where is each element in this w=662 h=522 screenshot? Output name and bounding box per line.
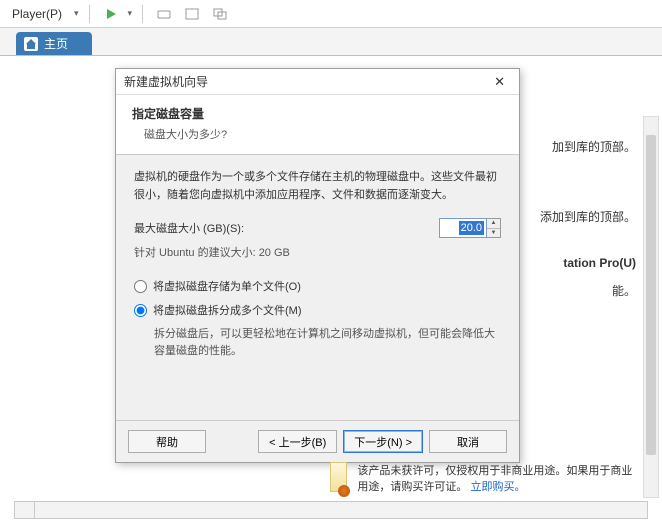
statusbar xyxy=(14,501,648,519)
bg-text-2: 添加到库的顶部。 xyxy=(540,208,636,225)
send-key-icon[interactable] xyxy=(153,3,175,25)
bg-text-4: 能。 xyxy=(612,282,636,299)
wizard-description: 虚拟机的硬盘作为一个或多个文件存储在主机的物理磁盘中。这些文件最初很小，随着您向… xyxy=(134,169,501,204)
cancel-button[interactable]: 取消 xyxy=(429,430,507,453)
spinner-up-icon[interactable]: ▲ xyxy=(487,219,500,229)
wizard-header: 指定磁盘容量 磁盘大小为多少? xyxy=(116,95,519,155)
radio-split-files-label: 将虚拟磁盘拆分成多个文件(M) xyxy=(153,302,302,318)
vertical-scrollbar[interactable] xyxy=(643,116,659,498)
tabs-row: 主页 xyxy=(0,28,662,56)
unity-icon[interactable] xyxy=(209,3,231,25)
radio-single-file-row[interactable]: 将虚拟磁盘存储为单个文件(O) xyxy=(134,278,501,294)
statusbar-cell xyxy=(15,502,35,518)
next-button[interactable]: 下一步(N) > xyxy=(343,430,423,453)
tab-home[interactable]: 主页 xyxy=(16,32,92,55)
scrollbar-thumb[interactable] xyxy=(646,135,656,455)
buy-link[interactable]: 立即购买。 xyxy=(470,481,525,493)
wizard-heading: 指定磁盘容量 xyxy=(132,105,503,122)
separator xyxy=(89,5,90,23)
wizard-title-text: 新建虚拟机向导 xyxy=(124,73,208,90)
separator xyxy=(142,5,143,23)
certificate-icon xyxy=(330,462,347,492)
recommended-size-text: 针对 Ubuntu 的建议大小: 20 GB xyxy=(134,244,501,260)
spinner-down-icon[interactable]: ▼ xyxy=(487,229,500,238)
tab-home-label: 主页 xyxy=(44,35,68,52)
home-icon xyxy=(24,37,38,51)
license-footer: 该产品未获许可，仅授权用于非商业用途。如果用于商业用途，请购买许可证。 立即购买… xyxy=(330,462,642,494)
play-icon[interactable] xyxy=(100,3,122,25)
help-button[interactable]: 帮助 xyxy=(128,430,206,453)
close-icon[interactable]: ✕ xyxy=(488,74,511,90)
split-note-text: 拆分磁盘后，可以更轻松地在计算机之间移动虚拟机，但可能会降低大容量磁盘的性能。 xyxy=(154,326,501,359)
menubar: Player(P) ▾ ▾ xyxy=(0,0,662,28)
disk-size-row: 最大磁盘大小 (GB)(S): 20.0 ▲▼ xyxy=(134,218,501,238)
wizard-button-bar: 帮助 < 上一步(B) 下一步(N) > 取消 xyxy=(116,420,519,462)
bg-text-3: tation Pro(U) xyxy=(563,256,636,270)
radio-single-file[interactable] xyxy=(134,280,147,293)
menu-dropdown-arrow[interactable]: ▾ xyxy=(74,8,79,19)
bg-text-1: 加到库的顶部。 xyxy=(552,138,636,155)
new-vm-wizard-dialog: 新建虚拟机向导 ✕ 指定磁盘容量 磁盘大小为多少? 虚拟机的硬盘作为一个或多个文… xyxy=(115,68,520,463)
wizard-body: 虚拟机的硬盘作为一个或多个文件存储在主机的物理磁盘中。这些文件最初很小，随着您向… xyxy=(116,155,519,420)
size-spinner[interactable]: ▲▼ xyxy=(487,218,501,238)
radio-split-files[interactable] xyxy=(134,304,147,317)
back-button[interactable]: < 上一步(B) xyxy=(258,430,337,453)
content-area: 欢迎使用 VMware Workstation 加到库的顶部。 添加到库的顶部。… xyxy=(0,56,662,522)
fullscreen-icon[interactable] xyxy=(181,3,203,25)
player-menu[interactable]: Player(P) xyxy=(6,5,68,23)
radio-single-file-label: 将虚拟磁盘存储为单个文件(O) xyxy=(153,278,301,294)
disk-size-label: 最大磁盘大小 (GB)(S): xyxy=(134,220,244,236)
wizard-titlebar: 新建虚拟机向导 ✕ xyxy=(116,69,519,95)
wizard-subheading: 磁盘大小为多少? xyxy=(132,126,503,142)
radio-split-files-row[interactable]: 将虚拟磁盘拆分成多个文件(M) xyxy=(134,302,501,318)
play-dropdown-arrow[interactable]: ▾ xyxy=(128,8,133,19)
disk-size-input[interactable]: 20.0 xyxy=(439,218,487,238)
